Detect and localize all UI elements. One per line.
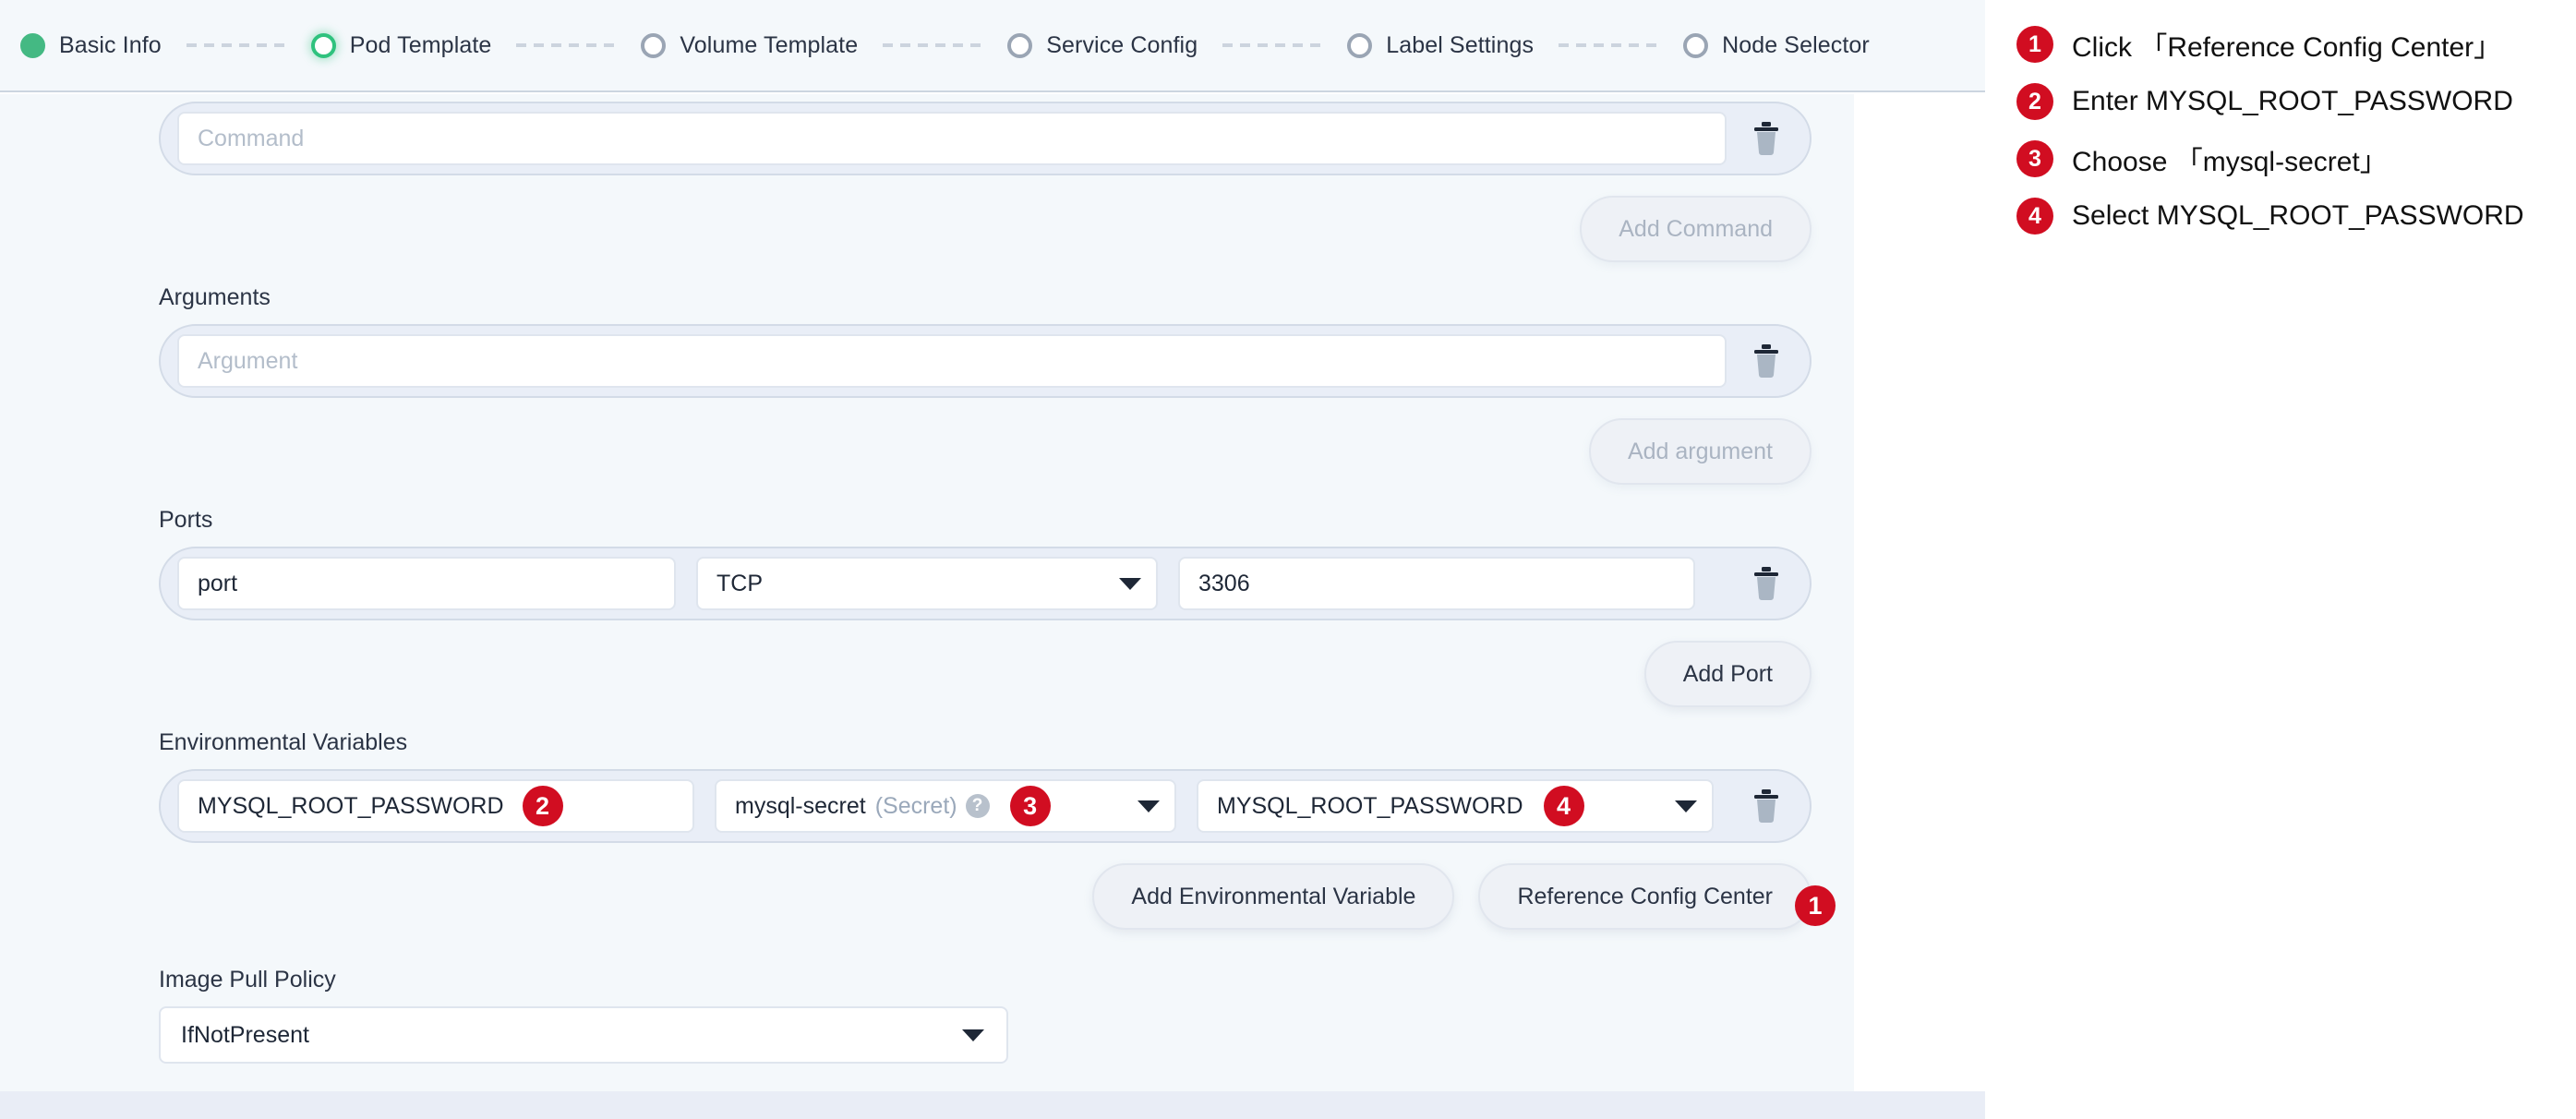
- annotation-marker-4: 4: [1543, 786, 1584, 826]
- port-protocol-value: TCP: [716, 570, 763, 596]
- image-pull-policy-select[interactable]: IfNotPresent: [159, 1006, 1008, 1064]
- command-section-label-clipped: [159, 94, 1826, 96]
- annotation-text: Click 「Reference Config Center」: [2072, 32, 2502, 63]
- annotation-marker-1: 1: [1795, 885, 1836, 926]
- add-argument-button[interactable]: Add argument: [1588, 418, 1812, 485]
- port-name-input[interactable]: port: [177, 557, 676, 610]
- step-label: Node Selector: [1722, 31, 1870, 58]
- ports-label: Ports: [159, 507, 213, 533]
- add-env-variable-button[interactable]: Add Environmental Variable: [1092, 863, 1455, 930]
- add-port-button[interactable]: Add Port: [1643, 641, 1812, 707]
- step-connector: [186, 43, 286, 47]
- command-row: Command: [159, 102, 1812, 175]
- step-status-dot-icon: [20, 32, 45, 58]
- step-connector: [516, 43, 617, 47]
- command-input-placeholder: Command: [198, 125, 305, 151]
- annotation-text: Enter MYSQL_ROOT_PASSWORD: [2072, 86, 2513, 116]
- step-connector: [883, 43, 983, 47]
- step-label: Volume Template: [680, 31, 859, 58]
- step-connector: [1222, 43, 1323, 47]
- chevron-down-icon: [1138, 800, 1160, 812]
- question-mark-icon[interactable]: ?: [965, 794, 990, 818]
- step-label: Basic Info: [59, 31, 162, 58]
- env-name-value: MYSQL_ROOT_PASSWORD: [198, 792, 504, 819]
- image-pull-policy-value: IfNotPresent: [181, 1021, 309, 1048]
- port-row: port TCP 3306: [159, 547, 1812, 620]
- argument-input[interactable]: Argument: [177, 334, 1727, 388]
- step-label: Service Config: [1046, 31, 1198, 58]
- step-label: Label Settings: [1386, 31, 1535, 58]
- chevron-down-icon: [1675, 800, 1697, 812]
- sidebar-item-volume-template[interactable]: Volume Template: [641, 32, 858, 59]
- env-source-select[interactable]: mysql-secret (Secret) ? 3: [715, 779, 1176, 833]
- sidebar-item-node-selector[interactable]: Node Selector: [1683, 32, 1870, 59]
- wizard-stepper: Basic Info Pod Template Volume Template …: [0, 0, 1985, 92]
- arguments-label: Arguments: [159, 284, 271, 310]
- env-key-value: MYSQL_ROOT_PASSWORD: [1217, 792, 1523, 819]
- port-protocol-select[interactable]: TCP: [696, 557, 1158, 610]
- step-status-dot-icon: [1683, 32, 1709, 58]
- step-connector: [1559, 43, 1659, 47]
- port-actions: Add Port: [159, 641, 1812, 707]
- annotation-text: Select MYSQL_ROOT_PASSWORD: [2072, 200, 2524, 231]
- annotation-number: 2: [2016, 83, 2053, 120]
- env-source-value: mysql-secret: [735, 792, 866, 819]
- argument-input-placeholder: Argument: [198, 347, 298, 374]
- annotation-number: 1: [2016, 26, 2053, 63]
- command-input[interactable]: Command: [177, 112, 1727, 165]
- reference-config-center-label: Reference Config Center: [1517, 883, 1773, 909]
- horizontal-scrollbar[interactable]: [0, 1091, 1985, 1119]
- env-variables-label: Environmental Variables: [159, 729, 408, 755]
- chevron-down-icon: [962, 1029, 984, 1041]
- annotation-step-3: 3 Choose 「mysql-secret」: [2016, 138, 2576, 179]
- argument-actions: Add argument: [159, 418, 1812, 485]
- env-source-kind: (Secret): [874, 792, 957, 819]
- sidebar-item-service-config[interactable]: Service Config: [1007, 32, 1198, 59]
- annotation-step-1: 1 Click 「Reference Config Center」: [2016, 24, 2576, 65]
- reference-config-center-button[interactable]: Reference Config Center 1: [1478, 863, 1836, 930]
- delete-argument-button[interactable]: [1747, 339, 1786, 383]
- image-pull-policy-label: Image Pull Policy: [159, 967, 336, 993]
- add-command-button[interactable]: Add Command: [1580, 196, 1812, 262]
- env-variable-row: MYSQL_ROOT_PASSWORD 2 mysql-secret (Secr…: [159, 769, 1812, 843]
- port-number-input[interactable]: 3306: [1178, 557, 1695, 610]
- annotation-step-4: 4 Select MYSQL_ROOT_PASSWORD: [2016, 198, 2576, 235]
- sidebar-item-pod-template[interactable]: Pod Template: [310, 31, 492, 59]
- env-actions: Add Environmental Variable Reference Con…: [159, 863, 1836, 930]
- delete-port-button[interactable]: [1747, 561, 1786, 606]
- screen-root: Basic Info Pod Template Volume Template …: [0, 0, 2576, 1119]
- annotation-text: Choose 「mysql-secret」: [2072, 147, 2388, 177]
- env-key-select[interactable]: MYSQL_ROOT_PASSWORD 4: [1197, 779, 1714, 833]
- chevron-down-icon: [1119, 577, 1141, 590]
- step-status-dot-icon: [1347, 32, 1373, 58]
- annotation-marker-2: 2: [522, 786, 563, 826]
- argument-row: Argument: [159, 324, 1812, 398]
- sidebar-item-label-settings[interactable]: Label Settings: [1347, 32, 1534, 59]
- step-label: Pod Template: [349, 31, 492, 58]
- sidebar-item-basic-info[interactable]: Basic Info: [20, 32, 162, 59]
- step-status-dot-icon: [310, 32, 336, 58]
- step-status-dot-icon: [1007, 32, 1033, 58]
- command-actions: Add Command: [159, 196, 1812, 262]
- delete-command-button[interactable]: [1747, 116, 1786, 161]
- annotation-number: 4: [2016, 198, 2053, 235]
- delete-env-variable-button[interactable]: [1747, 784, 1786, 828]
- pod-template-form: Command Add Command Arguments Argument A…: [0, 94, 1854, 1101]
- annotation-number: 3: [2016, 140, 2053, 177]
- env-name-input[interactable]: MYSQL_ROOT_PASSWORD 2: [177, 779, 694, 833]
- annotation-marker-3: 3: [1009, 786, 1051, 826]
- app-panel: Basic Info Pod Template Volume Template …: [0, 0, 1985, 1119]
- annotation-panel: 1 Click 「Reference Config Center」 2 Ente…: [1985, 0, 2576, 1119]
- step-status-dot-icon: [641, 32, 667, 58]
- annotation-step-2: 2 Enter MYSQL_ROOT_PASSWORD: [2016, 83, 2576, 120]
